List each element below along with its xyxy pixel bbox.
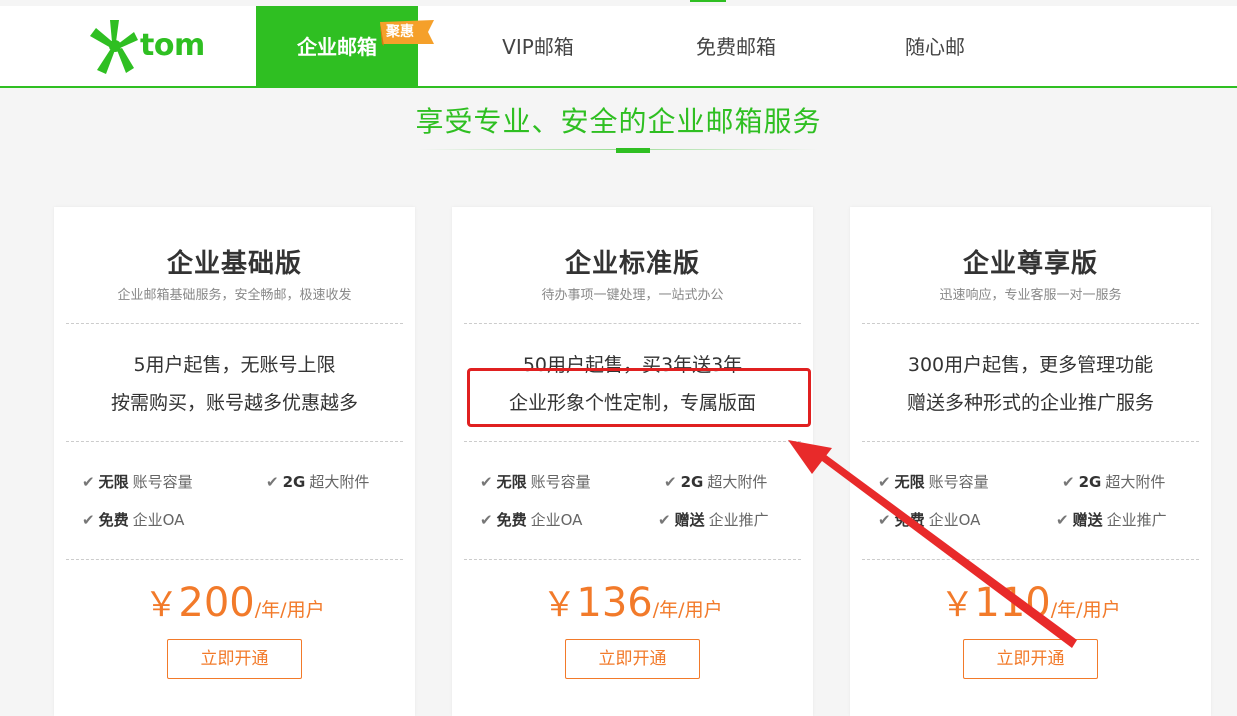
divider bbox=[66, 441, 403, 442]
plan-subtitle: 迅速响应，专业客服一对一服务 bbox=[939, 288, 1122, 303]
feature-text: 企业OA bbox=[530, 511, 583, 529]
feature-bold: 2G bbox=[1078, 473, 1102, 491]
feature-bold: 免费 bbox=[98, 511, 129, 529]
check-icon: ✔ bbox=[266, 473, 279, 491]
check-icon: ✔ bbox=[1056, 511, 1069, 529]
plan-desc-line-1: 5用户起售，无账号上限 bbox=[133, 354, 336, 376]
divider bbox=[862, 559, 1199, 560]
plan-desc-line-1: 300用户起售，更多管理功能 bbox=[907, 354, 1154, 376]
feature-bold: 免费 bbox=[894, 511, 925, 529]
price-unit: /年/用户 bbox=[254, 599, 325, 621]
feature-item: ✔ 免费 企业OA bbox=[82, 509, 184, 530]
check-icon: ✔ bbox=[82, 473, 95, 491]
plan-title: 企业尊享版 bbox=[962, 249, 1098, 279]
tom-logo[interactable]: tom bbox=[88, 18, 218, 78]
check-icon: ✔ bbox=[480, 473, 493, 491]
feature-bold: 赠送 bbox=[674, 511, 705, 529]
feature-item: ✔ 2G 超大附件 bbox=[1062, 471, 1165, 492]
feature-item: ✔ 无限 账号容量 bbox=[480, 471, 591, 492]
feature-bold: 2G bbox=[680, 473, 704, 491]
check-icon: ✔ bbox=[480, 511, 493, 529]
plan-card-standard: 企业标准版 待办事项一键处理，一站式办公 50用户起售，买3年送3年 企业形象个… bbox=[452, 207, 813, 716]
price-unit: /年/用户 bbox=[1050, 599, 1121, 621]
feature-text: 账号容量 bbox=[132, 473, 193, 491]
feature-bold: 无限 bbox=[496, 473, 527, 491]
feature-text: 账号容量 bbox=[928, 473, 989, 491]
divider bbox=[464, 559, 801, 560]
check-icon: ✔ bbox=[878, 511, 891, 529]
feature-item: ✔ 赠送 企业推广 bbox=[658, 509, 769, 530]
plan-title: 企业标准版 bbox=[564, 249, 700, 279]
feature-item: ✔ 免费 企业OA bbox=[480, 509, 582, 530]
price-value: 110 bbox=[974, 580, 1051, 626]
check-icon: ✔ bbox=[658, 511, 671, 529]
feature-item: ✔ 无限 账号容量 bbox=[878, 471, 989, 492]
top-strip-mark bbox=[690, 0, 726, 2]
feature-text: 企业推广 bbox=[1106, 511, 1167, 529]
feature-bold: 免费 bbox=[496, 511, 527, 529]
price-unit: /年/用户 bbox=[652, 599, 723, 621]
price-value: 200 bbox=[178, 580, 255, 626]
promo-badge: 聚惠 bbox=[378, 20, 436, 46]
check-icon: ✔ bbox=[1062, 473, 1075, 491]
feature-text: 超大附件 bbox=[309, 473, 370, 491]
plan-subtitle: 企业邮箱基础服务，安全畅邮，极速收发 bbox=[117, 288, 352, 303]
open-now-button[interactable]: 立即开通 bbox=[167, 639, 302, 679]
plan-title: 企业基础版 bbox=[166, 249, 302, 279]
plan-price: ￥136/年/用户 bbox=[452, 577, 813, 626]
feature-item: ✔ 赠送 企业推广 bbox=[1056, 509, 1167, 530]
plan-price: ￥200/年/用户 bbox=[54, 577, 415, 626]
divider bbox=[464, 323, 801, 324]
feature-text: 超大附件 bbox=[1105, 473, 1166, 491]
feature-text: 超大附件 bbox=[707, 473, 768, 491]
divider bbox=[862, 441, 1199, 442]
headline-accent-bar bbox=[616, 148, 650, 153]
divider bbox=[862, 323, 1199, 324]
feature-bold: 赠送 bbox=[1072, 511, 1103, 529]
open-now-button[interactable]: 立即开通 bbox=[963, 639, 1098, 679]
page-headline: 享受专业、安全的企业邮箱服务 bbox=[415, 105, 822, 138]
nav-item-vip-mail[interactable]: VIP邮箱 bbox=[480, 6, 596, 88]
brand-name: tom bbox=[140, 28, 205, 63]
plan-price: ￥110/年/用户 bbox=[850, 577, 1211, 626]
check-icon: ✔ bbox=[82, 511, 95, 529]
nav-item-suixin-mail[interactable]: 随心邮 bbox=[884, 6, 986, 88]
plan-desc-line-2: 按需购买，账号越多优惠越多 bbox=[110, 392, 358, 414]
feature-text: 企业推广 bbox=[708, 511, 769, 529]
feature-text: 账号容量 bbox=[530, 473, 591, 491]
check-icon: ✔ bbox=[664, 473, 677, 491]
plan-card-basic: 企业基础版 企业邮箱基础服务，安全畅邮，极速收发 5用户起售，无账号上限 按需购… bbox=[54, 207, 415, 716]
feature-text: 企业OA bbox=[928, 511, 981, 529]
divider bbox=[66, 559, 403, 560]
top-nav: tom 企业邮箱 VIP邮箱 免费邮箱 随心邮 聚惠 bbox=[0, 6, 1237, 88]
feature-item: ✔ 2G 超大附件 bbox=[664, 471, 767, 492]
plan-subtitle: 待办事项一键处理，一站式办公 bbox=[541, 288, 724, 303]
annotation-highlight-box bbox=[467, 368, 811, 427]
feature-item: ✔ 免费 企业OA bbox=[878, 509, 980, 530]
tom-logo-icon bbox=[90, 20, 138, 74]
feature-bold: 2G bbox=[282, 473, 306, 491]
nav-item-free-mail[interactable]: 免费邮箱 bbox=[676, 6, 796, 88]
plan-desc-line-2: 赠送多种形式的企业推广服务 bbox=[906, 392, 1154, 414]
price-value: 136 bbox=[576, 580, 653, 626]
feature-item: ✔ 无限 账号容量 bbox=[82, 471, 193, 492]
check-icon: ✔ bbox=[878, 473, 891, 491]
price-currency: ￥ bbox=[940, 585, 975, 625]
promo-badge-label: 聚惠 bbox=[386, 24, 414, 40]
feature-text: 企业OA bbox=[132, 511, 185, 529]
plan-card-premium: 企业尊享版 迅速响应，专业客服一对一服务 300用户起售，更多管理功能 赠送多种… bbox=[850, 207, 1211, 716]
divider bbox=[66, 323, 403, 324]
feature-bold: 无限 bbox=[98, 473, 129, 491]
feature-item: ✔ 2G 超大附件 bbox=[266, 471, 369, 492]
nav-item-enterprise-mail[interactable]: 企业邮箱 bbox=[256, 6, 418, 88]
divider bbox=[464, 441, 801, 442]
open-now-button[interactable]: 立即开通 bbox=[565, 639, 700, 679]
price-currency: ￥ bbox=[144, 585, 179, 625]
feature-bold: 无限 bbox=[894, 473, 925, 491]
price-currency: ￥ bbox=[542, 585, 577, 625]
